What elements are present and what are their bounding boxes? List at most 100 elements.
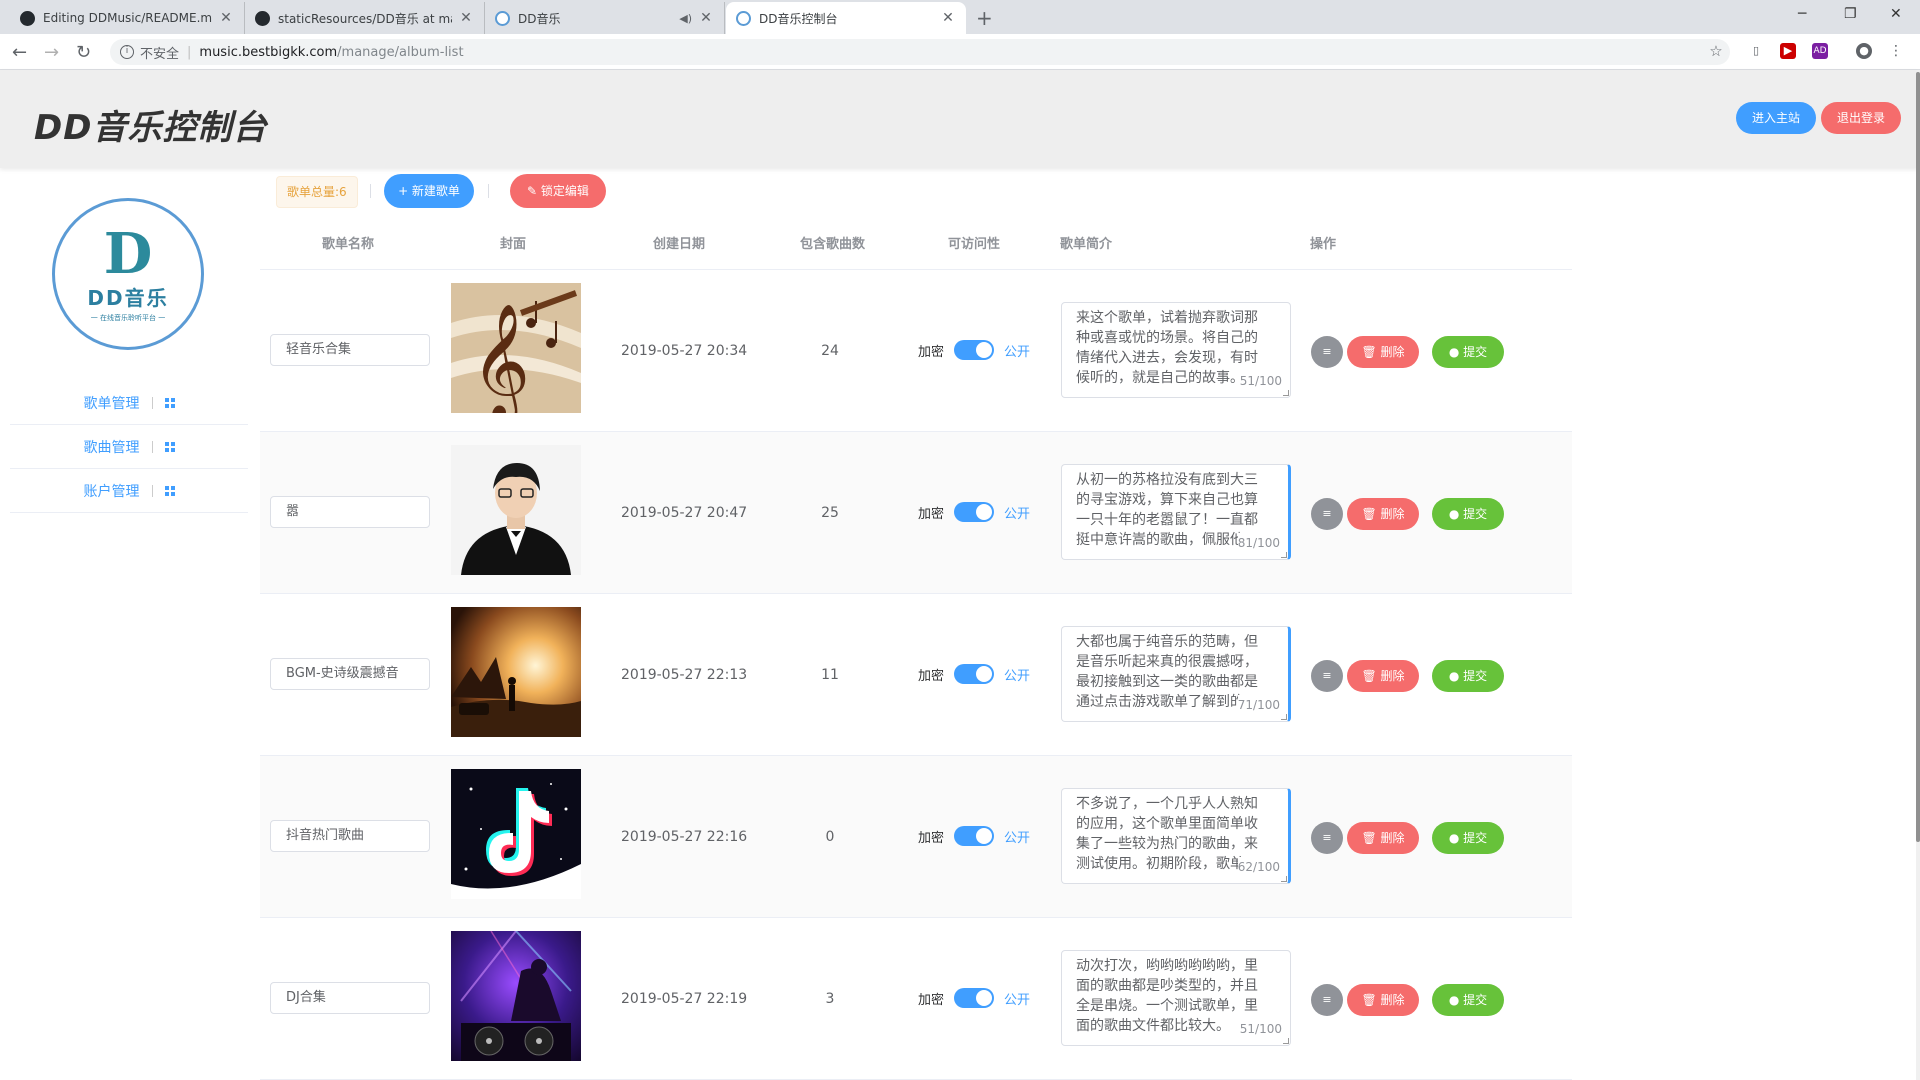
new-playlist-button[interactable]: + 新建歌单 bbox=[384, 174, 474, 208]
playlist-description-textarea[interactable]: 从初一的苏格拉没有底到大三的寻宝游戏，算下来自己也算一只十年的老嚣鼠了！一直都挺… bbox=[1061, 464, 1291, 560]
submit-label: 提交 bbox=[1463, 345, 1488, 359]
new-tab-icon[interactable]: + bbox=[976, 6, 993, 30]
resize-grip-icon[interactable] bbox=[1283, 390, 1289, 396]
playlist-description-textarea[interactable]: 不多说了，一个几乎人人熟知的应用，这个歌单里面简单收集了一些较为热门的歌曲，来测… bbox=[1061, 788, 1291, 884]
lock-edit-button[interactable]: ✎ 锁定编辑 bbox=[510, 174, 606, 208]
submit-button[interactable]: ● 提交 bbox=[1432, 822, 1504, 854]
switch-off-label: 加密 bbox=[918, 506, 945, 522]
window-close-icon[interactable]: ✕ bbox=[1890, 6, 1902, 22]
info-icon[interactable]: i bbox=[120, 45, 134, 59]
playlist-name-input[interactable]: 嚣 bbox=[270, 496, 430, 528]
restore-icon[interactable]: ❐ bbox=[1844, 6, 1857, 22]
playlist-name-input[interactable]: BGM-史诗级震撼音 bbox=[270, 658, 430, 690]
browser-tab-3[interactable]: DD音乐 ◀) ✕ bbox=[485, 2, 725, 34]
playlist-name-input[interactable]: DJ合集 bbox=[270, 982, 430, 1014]
resize-grip-icon[interactable] bbox=[1281, 552, 1287, 558]
browser-tab-1[interactable]: Editing DDMusic/README.md at ✕ bbox=[10, 2, 245, 34]
delete-button[interactable]: 🗑 删除 bbox=[1347, 984, 1419, 1016]
switch-on-label: 公开 bbox=[1004, 344, 1031, 360]
close-icon[interactable]: ✕ bbox=[698, 10, 714, 26]
table-row: DJ合集 2019-05-27 22:19 3 加密 公开 动次打次，哟哟哟哟哟… bbox=[260, 918, 1572, 1080]
submit-button[interactable]: ● 提交 bbox=[1432, 984, 1504, 1016]
dd-music-icon bbox=[736, 10, 751, 26]
visibility-switch[interactable]: 加密 公开 bbox=[918, 340, 1030, 360]
lock-edit-label: 锁定编辑 bbox=[540, 184, 589, 198]
menu-lines-icon[interactable]: ≡ bbox=[1311, 336, 1343, 368]
playlist-name-input[interactable]: 抖音热门歌曲 bbox=[270, 820, 430, 852]
check-circle-icon: ● bbox=[1448, 831, 1464, 845]
check-circle-icon: ● bbox=[1448, 993, 1464, 1007]
submit-label: 提交 bbox=[1463, 831, 1488, 845]
toggle-switch[interactable] bbox=[954, 340, 995, 360]
visibility-switch[interactable]: 加密 公开 bbox=[918, 502, 1030, 522]
sidebar-item-songs[interactable]: 歌曲管理 bbox=[10, 425, 248, 469]
close-icon[interactable]: ✕ bbox=[940, 10, 956, 26]
delete-button[interactable]: 🗑 删除 bbox=[1347, 822, 1419, 854]
menu-lines-icon[interactable]: ≡ bbox=[1311, 984, 1343, 1016]
sidebar-item-label: 歌单管理 bbox=[83, 395, 140, 412]
playlist-name-input[interactable]: 轻音乐合集 bbox=[270, 334, 430, 366]
delete-button[interactable]: 🗑 删除 bbox=[1347, 336, 1419, 368]
submit-button[interactable]: ● 提交 bbox=[1432, 498, 1504, 530]
profile-icon[interactable]: ● bbox=[1856, 43, 1872, 59]
star-icon[interactable]: ☆ bbox=[1708, 43, 1724, 59]
youtube-ext-icon[interactable]: ▶ bbox=[1780, 43, 1796, 59]
toggle-switch[interactable] bbox=[954, 988, 995, 1008]
submit-button[interactable]: ● 提交 bbox=[1432, 336, 1504, 368]
visibility-switch[interactable]: 加密 公开 bbox=[918, 988, 1030, 1008]
address-bar[interactable]: i 不安全 | music.bestbigkk.com/manage/album… bbox=[110, 39, 1730, 65]
browser-tab-active[interactable]: DD音乐控制台 ✕ bbox=[726, 2, 966, 34]
sidebar-item-playlists[interactable]: 歌单管理 bbox=[10, 381, 248, 425]
playlist-description-textarea[interactable]: 动次打次，哟哟哟哟哟哟，里面的歌曲都是吵类型的，并且全是串烧。一个测试歌单，里面… bbox=[1061, 950, 1291, 1046]
menu-lines-icon[interactable]: ≡ bbox=[1311, 498, 1343, 530]
delete-button[interactable]: 🗑 删除 bbox=[1347, 498, 1419, 530]
menu-lines-icon[interactable]: ≡ bbox=[1311, 660, 1343, 692]
close-icon[interactable]: ✕ bbox=[458, 10, 474, 26]
trash-icon: 🗑 bbox=[1361, 345, 1381, 359]
forward-icon[interactable]: → bbox=[44, 42, 59, 63]
table-row: 嚣 2019-05-27 20:47 25 加密 公开 从初一的苏格拉没有底到大… bbox=[260, 432, 1572, 594]
bookmark-icon[interactable]: ▯ bbox=[1748, 43, 1764, 59]
menu-lines-icon[interactable]: ≡ bbox=[1311, 822, 1343, 854]
logo-mark: D bbox=[103, 220, 153, 287]
menu-kebab-icon[interactable]: ⋮ bbox=[1888, 43, 1904, 59]
security-label: 不安全 bbox=[140, 46, 180, 62]
column-header: 可访问性 bbox=[948, 237, 1001, 252]
visibility-switch[interactable]: 加密 公开 bbox=[918, 826, 1030, 846]
delete-label: 删除 bbox=[1380, 345, 1405, 359]
enter-site-button[interactable]: 进入主站 bbox=[1736, 102, 1816, 134]
resize-grip-icon[interactable] bbox=[1283, 1038, 1289, 1044]
table-row: 轻音乐合集 𝄞 2019-05-27 20:34 24 加密 公开 来这个歌单，… bbox=[260, 270, 1572, 432]
delete-button[interactable]: 🗑 删除 bbox=[1347, 660, 1419, 692]
submit-button[interactable]: ● 提交 bbox=[1432, 660, 1504, 692]
close-icon[interactable]: ✕ bbox=[218, 10, 234, 26]
toggle-switch[interactable] bbox=[954, 826, 995, 846]
logo-name: DD音乐 bbox=[87, 285, 169, 310]
toggle-switch[interactable] bbox=[954, 664, 995, 684]
browser-tab-2[interactable]: staticResources/DD音乐 at maste ✕ bbox=[245, 2, 485, 34]
resize-grip-icon[interactable] bbox=[1281, 714, 1287, 720]
column-header: 歌单简介 bbox=[1060, 237, 1113, 252]
singer-portrait-cover bbox=[451, 445, 581, 575]
visibility-switch[interactable]: 加密 公开 bbox=[918, 664, 1030, 684]
created-date: 2019-05-27 22:13 bbox=[621, 667, 748, 683]
back-icon[interactable]: ← bbox=[12, 42, 27, 63]
column-header: 歌单名称 bbox=[322, 237, 375, 252]
playlist-description-textarea[interactable]: 大都也属于纯音乐的范畴，但是音乐听起来真的很震撼呀，最初接触到这一类的歌曲都是通… bbox=[1061, 626, 1291, 722]
adblock-ext-icon[interactable]: AD bbox=[1812, 43, 1828, 59]
grid-icon bbox=[164, 441, 175, 452]
divider bbox=[151, 484, 153, 497]
scrollbar-thumb[interactable] bbox=[1916, 72, 1920, 842]
logout-button[interactable]: 退出登录 bbox=[1821, 102, 1901, 134]
submit-label: 提交 bbox=[1463, 507, 1488, 521]
playlist-description-textarea[interactable]: 来这个歌单，试着抛弃歌词那种或喜或忧的场景。将自己的情绪代入进去，会发现，有时候… bbox=[1061, 302, 1291, 398]
speaker-icon[interactable]: ◀) bbox=[679, 12, 692, 25]
toggle-switch[interactable] bbox=[954, 502, 995, 522]
switch-off-label: 加密 bbox=[918, 344, 945, 360]
tab-title: DD音乐控制台 bbox=[759, 11, 838, 26]
reload-icon[interactable]: ↻ bbox=[76, 42, 91, 63]
minimize-icon[interactable]: ─ bbox=[1798, 6, 1806, 22]
sidebar-item-accounts[interactable]: 账户管理 bbox=[10, 469, 248, 513]
song-count: 0 bbox=[825, 829, 835, 845]
resize-grip-icon[interactable] bbox=[1281, 876, 1287, 882]
